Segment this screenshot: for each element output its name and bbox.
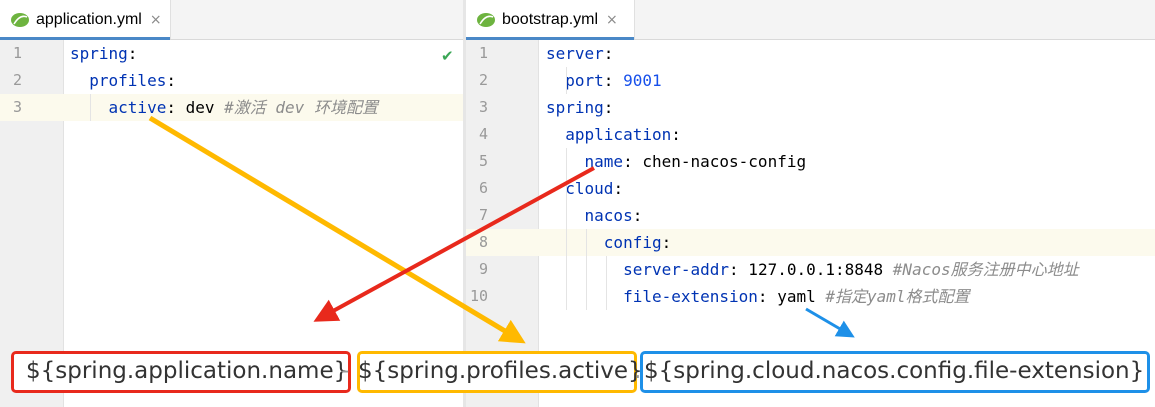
indent-guide bbox=[566, 67, 567, 94]
line-number: 8 bbox=[478, 233, 488, 251]
tab-bootstrap-yml[interactable]: bootstrap.yml × bbox=[466, 0, 635, 40]
code-line[interactable]: 2 port: 9001 bbox=[466, 67, 1155, 94]
application-yml-editor: application.yml × 1 spring: 2 profiles: … bbox=[0, 0, 463, 407]
extension-placeholder: ${spring.cloud.nacos.config.file-extensi… bbox=[644, 358, 1145, 384]
line-number: 1 bbox=[478, 44, 488, 62]
yaml-value: 127.0.0.1:8848 bbox=[738, 260, 893, 279]
yaml-comment: #Nacos服务注册中心地址 bbox=[892, 260, 1079, 279]
yaml-key: name bbox=[584, 152, 624, 171]
tab-filename: application.yml bbox=[36, 10, 142, 28]
line-number: 2 bbox=[478, 71, 488, 89]
app-name-placeholder: ${spring.application.name} bbox=[26, 358, 349, 384]
close-icon[interactable]: × bbox=[150, 12, 162, 28]
code-line-current[interactable]: 3 active: dev #激活 dev 环境配置 bbox=[0, 94, 463, 121]
line-number: 6 bbox=[478, 179, 488, 197]
yaml-value: yaml bbox=[767, 287, 826, 306]
code-line[interactable]: 1 spring: bbox=[0, 40, 463, 67]
checkmark-icon: ✔ bbox=[441, 47, 454, 65]
profile-placeholder: ${spring.profiles.active} bbox=[358, 358, 643, 384]
yaml-key: application bbox=[565, 125, 672, 144]
separator-dot: . bbox=[634, 358, 642, 384]
code-line[interactable]: 1 server: bbox=[466, 40, 1155, 67]
close-icon[interactable]: × bbox=[606, 12, 618, 28]
bootstrap-yml-editor: bootstrap.yml × 1 server: 2 port: 9001 3… bbox=[466, 0, 1155, 407]
line-number: 9 bbox=[478, 260, 488, 278]
code-line[interactable]: 4 application: bbox=[466, 121, 1155, 148]
code-line[interactable]: 3 spring: bbox=[466, 94, 1155, 121]
yaml-key: server bbox=[546, 44, 604, 63]
left-tab-bar: application.yml × bbox=[0, 0, 463, 40]
yaml-value: dev bbox=[175, 98, 225, 117]
yaml-value: chen-nacos-config bbox=[632, 152, 807, 171]
yaml-key: file-extension bbox=[623, 287, 758, 306]
line-number: 3 bbox=[478, 98, 488, 116]
tab-application-yml[interactable]: application.yml × bbox=[0, 0, 171, 40]
yaml-number: 9001 bbox=[623, 71, 662, 90]
yaml-key: port bbox=[565, 71, 604, 90]
line-number: 5 bbox=[478, 152, 488, 170]
yaml-key: spring bbox=[70, 44, 128, 63]
separator-dash: - bbox=[341, 358, 350, 384]
code-line[interactable]: 2 profiles: bbox=[0, 67, 463, 94]
line-number: 10 bbox=[469, 287, 488, 305]
line-number: 1 bbox=[12, 44, 22, 62]
indent-guide bbox=[606, 256, 607, 310]
code-line[interactable]: 10 file-extension: yaml #指定yaml格式配置 bbox=[466, 283, 1155, 310]
yaml-key: config bbox=[603, 233, 662, 252]
yaml-key: nacos bbox=[584, 206, 633, 225]
code-line[interactable]: 6 cloud: bbox=[466, 175, 1155, 202]
line-number: 3 bbox=[12, 98, 22, 116]
right-tab-bar: bootstrap.yml × bbox=[466, 0, 1155, 40]
indent-guide bbox=[566, 148, 567, 310]
indent-guide bbox=[586, 229, 587, 310]
indent-guide bbox=[90, 94, 91, 121]
line-number: 7 bbox=[478, 206, 488, 224]
yaml-key: profiles bbox=[89, 71, 167, 90]
code-line-current[interactable]: 8 config: bbox=[466, 229, 1155, 256]
spring-leaf-icon bbox=[477, 12, 495, 27]
code-line[interactable]: 9 server-addr: 127.0.0.1:8848 #Nacos服务注册… bbox=[466, 256, 1155, 283]
yaml-key: cloud bbox=[565, 179, 614, 198]
line-number: 4 bbox=[478, 125, 488, 143]
yaml-comment: #激活 dev 环境配置 bbox=[224, 98, 378, 117]
line-number: 2 bbox=[12, 71, 22, 89]
tab-filename: bootstrap.yml bbox=[502, 10, 599, 28]
yaml-key: server-addr bbox=[623, 260, 730, 279]
yaml-key: active bbox=[108, 98, 167, 117]
yaml-comment: #指定yaml格式配置 bbox=[825, 287, 970, 306]
code-line[interactable]: 7 nacos: bbox=[466, 202, 1155, 229]
spring-leaf-icon bbox=[11, 12, 29, 27]
code-line[interactable]: 5 name: chen-nacos-config bbox=[466, 148, 1155, 175]
yaml-key: spring bbox=[546, 98, 604, 117]
